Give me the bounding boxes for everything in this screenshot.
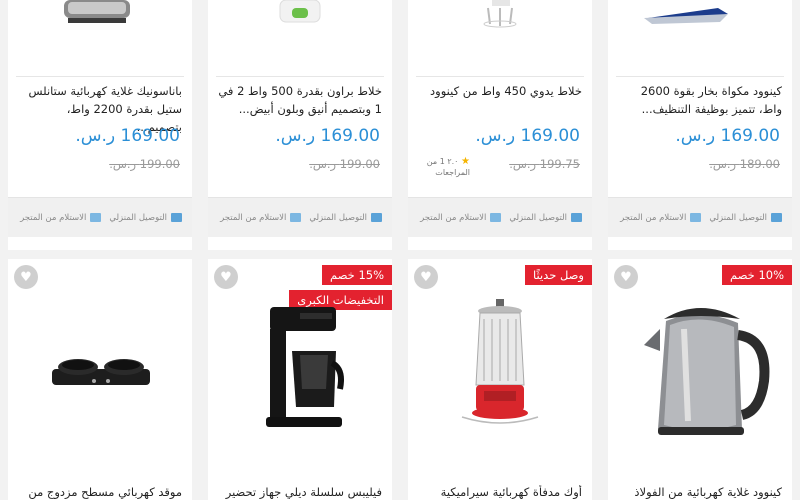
store-icon — [690, 212, 702, 222]
card-divider — [16, 76, 184, 77]
product-card[interactable]: ♥ موقد كهربائي مسطح مزدوج من — [8, 259, 192, 500]
home-delivery: التوصيل المنزلي — [709, 212, 782, 223]
store-icon — [490, 212, 502, 222]
store-pickup: الاستلام من المتجر — [220, 212, 302, 223]
hot-plate-image — [52, 359, 150, 385]
home-delivery-label: التوصيل المنزلي — [709, 212, 767, 223]
product-title[interactable]: خلاط براون بقدرة 500 واط 2 في 1 وبتصميم … — [218, 82, 382, 118]
kettle-image — [64, 0, 130, 23]
product-card[interactable]: كينوود مكواة بخار بقوة 2600 واط، تتميز ب… — [608, 0, 792, 250]
product-title[interactable]: كينوود مكواة بخار بقوة 2600 واط، تتميز ب… — [618, 82, 782, 118]
store-pickup: الاستلام من المتجر — [420, 212, 502, 223]
product-image[interactable] — [408, 0, 592, 70]
product-image[interactable] — [8, 0, 192, 70]
product-card[interactable]: ♥ وصل حديثًا أوك مدفأة كهربائية سيراميكي… — [408, 259, 592, 500]
card-footer: التوصيل المنزلي الاستلام من المتجر — [8, 197, 192, 237]
home-delivery: التوصيل المنزلي — [509, 212, 582, 223]
product-card[interactable]: ♥ 10% خصم كينوود غلاية كهربائية من الفول… — [608, 259, 792, 500]
store-pickup: الاستلام من المتجر — [20, 212, 102, 223]
product-price: 169.00 ر.س. — [475, 126, 580, 146]
product-title[interactable]: فيليبس سلسلة ديلي جهاز تحضير — [218, 485, 382, 499]
home-delivery: التوصيل المنزلي — [109, 212, 182, 223]
store-pickup-label: الاستلام من المتجر — [220, 212, 287, 223]
home-delivery-label: التوصيل المنزلي — [109, 212, 167, 223]
wishlist-heart-icon[interactable]: ♥ — [614, 265, 638, 289]
product-old-price: 199.00 ر.س. — [309, 157, 380, 171]
product-old-price: 189.00 ر.س. — [709, 157, 780, 171]
home-delivery: التوصيل المنزلي — [309, 212, 382, 223]
product-image[interactable] — [608, 0, 792, 70]
wishlist-heart-icon[interactable]: ♥ — [14, 265, 38, 289]
wishlist-heart-icon[interactable]: ♥ — [414, 265, 438, 289]
product-card[interactable]: ♥ 15% خصم التخفيضات الكبرى فيليبس سلسلة … — [208, 259, 392, 500]
card-footer: التوصيل المنزلي الاستلام من المتجر — [608, 197, 792, 237]
rating-value: ٢.٠ — [447, 157, 459, 166]
store-icon — [90, 212, 102, 222]
product-title[interactable]: كينوود غلاية كهربائية من الفولاذ — [618, 485, 782, 499]
card-footer: التوصيل المنزلي الاستلام من المتجر — [208, 197, 392, 237]
truck-icon — [371, 212, 382, 222]
product-card[interactable]: خلاط يدوي 450 واط من كينوود 169.00 ر.س. … — [408, 0, 592, 250]
discount-badge: 10% خصم — [722, 265, 792, 285]
card-divider — [216, 76, 384, 77]
wishlist-heart-icon[interactable]: ♥ — [214, 265, 238, 289]
product-title[interactable]: أوك مدفأة كهربائية سيراميكية — [418, 485, 582, 499]
product-card[interactable]: خلاط براون بقدرة 500 واط 2 في 1 وبتصميم … — [208, 0, 392, 250]
iron-image — [644, 8, 728, 24]
product-grid: كينوود مكواة بخار بقوة 2600 واط، تتميز ب… — [0, 0, 800, 500]
store-icon — [290, 212, 302, 222]
store-pickup-label: الاستلام من المتجر — [20, 212, 87, 223]
product-card[interactable]: باناسونيك غلاية كهربائية ستانلس ستيل بقد… — [8, 0, 192, 250]
discount-badge: 15% خصم — [322, 265, 392, 285]
product-rating: ★ ٢.٠ 1 من المراجعات — [414, 156, 470, 178]
coffee-maker-image — [266, 307, 344, 427]
product-old-price: 199.75 ر.س. — [509, 157, 580, 171]
steel-kettle-image — [644, 308, 770, 435]
store-pickup-label: الاستلام من المتجر — [420, 212, 487, 223]
product-price: 169.00 ر.س. — [275, 126, 380, 146]
blender-image — [279, 0, 321, 23]
new-arrival-badge: وصل حديثًا — [524, 265, 592, 285]
truck-icon — [571, 212, 582, 222]
truck-icon — [771, 212, 782, 222]
star-icon: ★ — [461, 156, 470, 167]
card-divider — [416, 76, 584, 77]
home-delivery-label: التوصيل المنزلي — [309, 212, 367, 223]
truck-icon — [171, 212, 182, 222]
store-pickup-label: الاستلام من المتجر — [620, 212, 687, 223]
card-divider — [616, 76, 784, 77]
product-image[interactable] — [208, 0, 392, 70]
store-pickup: الاستلام من المتجر — [620, 212, 702, 223]
product-title[interactable]: خلاط يدوي 450 واط من كينوود — [418, 82, 582, 100]
product-price: 169.00 ر.س. — [75, 126, 180, 146]
product-title[interactable]: موقد كهربائي مسطح مزدوج من — [18, 485, 182, 499]
product-old-price: 199.00 ر.س. — [109, 157, 180, 171]
card-footer: التوصيل المنزلي الاستلام من المتجر — [408, 197, 592, 237]
home-delivery-label: التوصيل المنزلي — [509, 212, 567, 223]
ceramic-heater-image — [461, 299, 539, 424]
hand-mixer-image — [483, 0, 517, 28]
product-price: 169.00 ر.س. — [675, 126, 780, 146]
